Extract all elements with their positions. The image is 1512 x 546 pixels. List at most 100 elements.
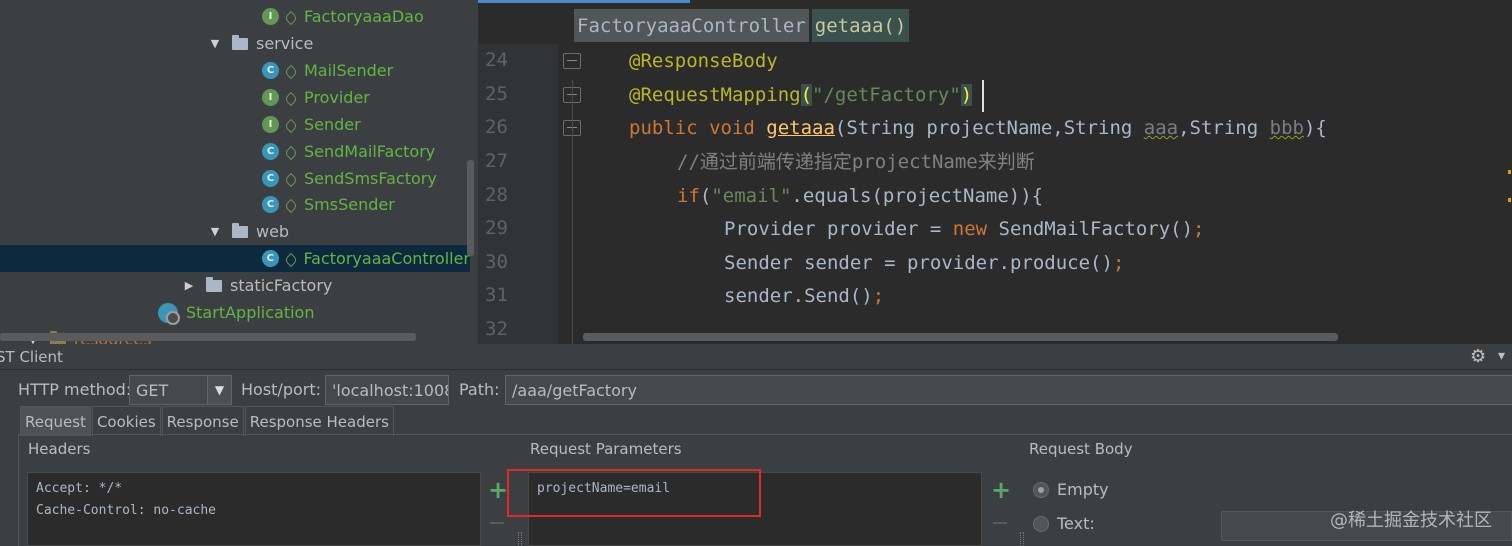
remove-parameter-icon[interactable] <box>993 522 1007 524</box>
code-text: ( <box>699 185 712 207</box>
request-body-title: Request Body <box>1029 440 1133 458</box>
line-number: 28 <box>485 184 508 206</box>
collapse-arrow-icon[interactable]: ▶ <box>182 279 196 292</box>
unused-param-token: bbb <box>1269 117 1304 139</box>
fold-guide <box>572 80 573 344</box>
text-caret <box>982 80 984 112</box>
header-entry[interactable]: Cache-Control: no-cache <box>36 503 216 518</box>
interface-icon: I <box>262 116 279 133</box>
http-method-label: HTTP method: <box>18 380 132 399</box>
tab-response[interactable]: Response <box>161 406 244 436</box>
code-line-30[interactable]: Sender sender = provider.produce(); <box>724 247 1124 279</box>
code-text: Sender sender = provider.produce() <box>724 252 1113 274</box>
expand-arrow-icon[interactable]: ▼ <box>208 225 222 238</box>
package-folder-icon <box>206 276 222 292</box>
code-line-27[interactable]: //通过前端传递指定projectName来判断 <box>677 146 1035 178</box>
class-icon: C <box>262 62 279 79</box>
tree-item-label: SendSmsFactory <box>304 169 437 188</box>
tree-item-label: MailSender <box>304 61 394 80</box>
headers-list[interactable]: Accept: */* Cache-Control: no-cache <box>27 472 481 546</box>
remove-header-icon[interactable] <box>490 522 504 524</box>
path-input[interactable]: /aaa/getFactory <box>505 375 1512 405</box>
host-port-input[interactable]: 'localhost:1008 <box>325 375 449 405</box>
splitter-handle[interactable] <box>518 532 522 546</box>
spring-bean-icon <box>285 92 295 104</box>
tree-item-mailsender[interactable]: C MailSender <box>0 57 470 84</box>
string-token: "/getFactory" <box>812 84 961 106</box>
tree-item-service[interactable]: ▼ service <box>0 30 470 57</box>
tree-item-smssender[interactable]: C SmsSender <box>0 191 470 218</box>
http-method-select[interactable]: GET <box>129 375 209 405</box>
project-tree: I FactoryaaaDao ▼ service C MailSender I… <box>0 0 478 344</box>
matched-paren: ( <box>800 84 813 106</box>
tree-item-staticfactory[interactable]: ▶ staticFactory <box>0 272 470 299</box>
method-name-token: getaaa <box>766 117 835 139</box>
tool-window-header: ST Client ⚙ ▾ <box>0 344 1512 370</box>
code-editor[interactable]: FactoryaaaController getaaa() 24 25 26 2… <box>478 0 1512 344</box>
tree-item-factoryaaadao[interactable]: I FactoryaaaDao <box>0 3 470 30</box>
gear-icon[interactable]: ⚙ <box>1470 346 1486 367</box>
tree-item-startapplication[interactable]: StartApplication <box>0 299 470 326</box>
warning-stripe[interactable] <box>1508 198 1511 202</box>
host-port-label: Host/port: <box>241 380 322 399</box>
editor-horizontal-scrollbar[interactable] <box>583 333 1338 341</box>
breadcrumb: FactoryaaaController getaaa() <box>574 9 910 42</box>
code-line-26[interactable]: public void getaaa(String projectName,St… <box>629 112 1327 144</box>
tree-item-provider[interactable]: I Provider <box>0 84 470 111</box>
tree-item-label: web <box>256 222 290 241</box>
matched-paren: ) <box>960 84 973 106</box>
spring-bean-icon <box>285 119 295 131</box>
header-entry[interactable]: Accept: */* <box>36 481 122 496</box>
line-number: 24 <box>485 49 508 71</box>
body-text-radio[interactable] <box>1033 516 1049 532</box>
spring-bean-icon <box>285 11 295 23</box>
line-number: 31 <box>485 284 508 306</box>
class-icon: C <box>262 170 279 187</box>
tree-item-label: Sender <box>304 115 361 134</box>
tab-cookies[interactable]: Cookies <box>91 406 161 436</box>
code-text: ,String <box>1178 117 1270 139</box>
spring-bean-icon <box>285 173 295 185</box>
annotation-token: @ResponseBody <box>629 50 778 72</box>
splitter-handle[interactable] <box>1020 532 1024 546</box>
tree-item-sendmailfactory[interactable]: C SendMailFactory <box>0 138 470 165</box>
add-header-icon[interactable]: + <box>488 478 508 502</box>
tree-item-web[interactable]: ▼ web <box>0 218 470 245</box>
tab-request[interactable]: Request <box>20 406 91 436</box>
code-line-24[interactable]: @ResponseBody <box>629 45 778 77</box>
keyword-token: new <box>952 218 988 240</box>
warning-stripe[interactable] <box>1508 170 1511 174</box>
tab-response-headers[interactable]: Response Headers <box>244 406 394 436</box>
code-line-29[interactable]: Provider provider = new SendMailFactory(… <box>724 213 1204 245</box>
tree-item-sendsmsfactory[interactable]: C SendSmsFactory <box>0 165 470 192</box>
code-line-31[interactable]: sender.Send(); <box>724 280 884 312</box>
tree-item-label: SmsSender <box>304 195 395 214</box>
body-text-label: Text: <box>1057 514 1095 533</box>
fold-marker-icon[interactable] <box>563 53 581 69</box>
code-line-25[interactable]: @RequestMapping("/getFactory") <box>629 79 973 111</box>
chevron-down-icon[interactable]: ▼ <box>207 375 232 405</box>
interface-icon: I <box>262 89 279 106</box>
line-number: 25 <box>485 83 508 105</box>
code-line-28[interactable]: if("email".equals(projectName)){ <box>677 180 1043 212</box>
tree-item-sender[interactable]: I Sender <box>0 111 470 138</box>
tree-item-label: FactoryaaaDao <box>304 7 424 26</box>
expand-arrow-icon[interactable]: ▼ <box>208 37 222 50</box>
tree-horizontal-scrollbar[interactable] <box>0 333 416 341</box>
active-tab-indicator <box>478 0 690 3</box>
tree-vertical-scrollbar[interactable] <box>467 160 474 256</box>
breadcrumb-method[interactable]: getaaa() <box>811 9 910 42</box>
path-label: Path: <box>459 380 500 399</box>
interface-icon: I <box>262 8 279 25</box>
add-parameter-icon[interactable]: + <box>991 478 1011 502</box>
spring-bean-icon <box>285 65 295 77</box>
keyword-token: if <box>677 185 700 207</box>
spring-bean-icon <box>285 199 295 211</box>
body-empty-radio[interactable] <box>1033 482 1049 498</box>
tree-item-label: SendMailFactory <box>304 142 436 161</box>
breadcrumb-class[interactable]: FactoryaaaController <box>574 9 809 42</box>
hide-panel-icon[interactable]: ▾ <box>1498 348 1512 364</box>
tree-item-factoryaaacontroller[interactable]: C FactoryaaaController <box>0 245 470 272</box>
semicolon-token: ; <box>1193 218 1205 240</box>
tool-window-title: ST Client <box>0 348 63 366</box>
